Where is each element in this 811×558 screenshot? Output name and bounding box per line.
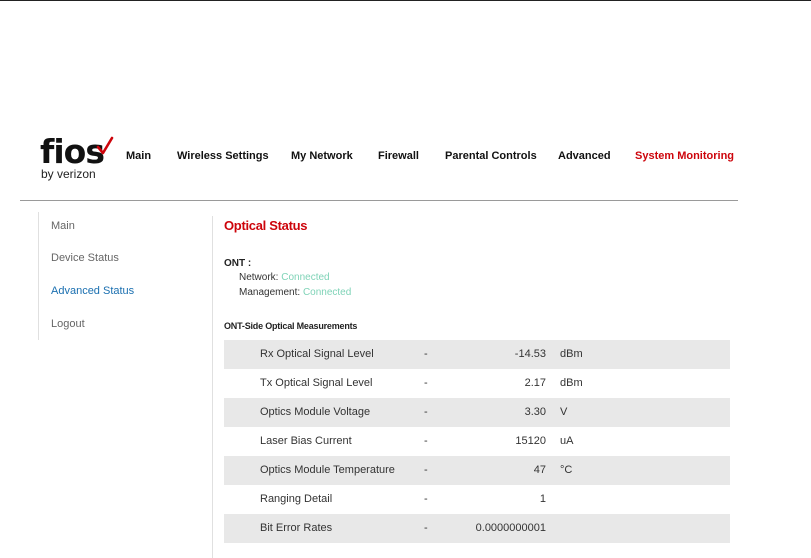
nav-advanced[interactable]: Advanced [558,150,611,162]
sidebar-item-device-status[interactable]: Device Status [51,252,119,264]
row-dash: - [424,493,428,505]
row-dash: - [424,406,428,418]
table-row: Ranging Detail - 1 [224,485,730,514]
row-name: Rx Optical Signal Level [260,348,374,360]
nav-main[interactable]: Main [126,150,151,162]
table-row: Tx Optical Signal Level - 2.17 dBm [224,369,730,398]
row-dash: - [424,522,428,534]
row-name: Optics Module Voltage [260,406,371,418]
sidebar: Main Device Status Advanced Status Logou… [38,212,198,340]
logo-subtext: by verizon [41,167,96,181]
row-value: 47 [533,464,546,476]
sidebar-item-main[interactable]: Main [51,220,75,232]
row-value: -14.53 [514,348,546,360]
network-label: Network: [239,272,279,283]
row-unit: dBm [560,348,583,360]
fios-logo[interactable]: fios by verizon [40,134,120,184]
ont-label: ONT : [224,258,252,269]
network-status: Network: Connected [239,272,330,283]
sidebar-item-logout[interactable]: Logout [51,318,85,330]
row-name: Bit Error Rates [260,522,333,534]
row-dash: - [424,377,428,389]
header-divider [20,200,738,201]
management-label: Management: [239,287,301,298]
row-value: 15120 [515,435,546,447]
nav-firewall[interactable]: Firewall [378,150,419,162]
row-unit: dBm [560,377,583,389]
row-dash: - [424,348,428,360]
management-status: Management: Connected [239,287,351,298]
nav-my-network[interactable]: My Network [291,150,353,162]
row-value: 0.0000000001 [475,522,546,534]
nav-system-monitoring[interactable]: System Monitoring [635,150,734,162]
row-name: Laser Bias Current [260,435,352,447]
row-name: Tx Optical Signal Level [260,377,373,389]
row-unit: V [560,406,568,418]
table-row: Laser Bias Current - 15120 uA [224,427,730,456]
row-dash: - [424,435,428,447]
row-unit: uA [560,435,574,447]
table-row: Optics Module Voltage - 3.30 V [224,398,730,427]
row-value: 1 [539,493,546,505]
section-title: ONT-Side Optical Measurements [224,321,358,331]
logo-wordmark: fios [40,132,105,171]
content-divider [212,216,213,558]
sidebar-item-advanced-status[interactable]: Advanced Status [51,285,134,297]
table-row: Rx Optical Signal Level - -14.53 dBm [224,340,730,369]
nav-parental-controls[interactable]: Parental Controls [445,150,537,162]
row-name: Ranging Detail [260,493,333,505]
row-value: 3.30 [524,406,546,418]
table-row: Bit Error Rates - 0.0000000001 [224,514,730,543]
nav-wireless-settings[interactable]: Wireless Settings [177,150,269,162]
row-dash: - [424,464,428,476]
row-value: 2.17 [524,377,546,389]
management-value: Connected [302,287,352,298]
top-border [0,0,811,1]
network-value: Connected [281,272,330,283]
table-row: Optics Module Temperature - 47 °C [224,456,730,485]
optical-measurements-table: Rx Optical Signal Level - -14.53 dBm Tx … [224,340,730,543]
page-title: Optical Status [224,218,308,233]
row-unit: °C [560,464,573,476]
checkmark-icon [96,136,114,155]
row-name: Optics Module Temperature [260,464,395,476]
